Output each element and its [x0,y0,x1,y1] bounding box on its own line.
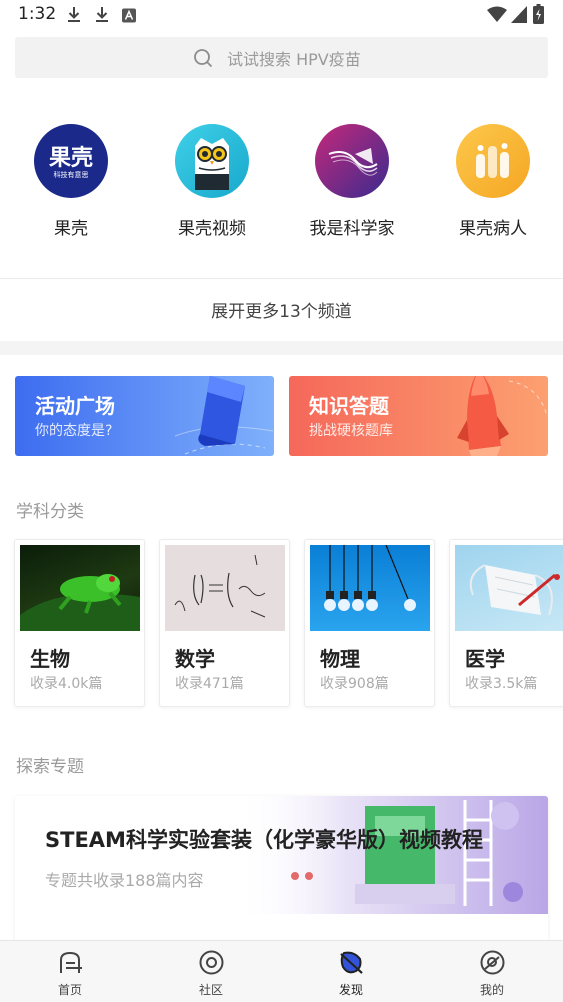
wifi-icon [487,6,507,22]
topic-subtitle: 专题共收录188篇内容 [45,871,204,890]
topic-banner-image [235,796,548,914]
search-bar[interactable]: 试试搜索 HPV疫苗 [15,37,548,78]
bulbs-image [310,545,430,631]
topics-section-title: 探索专题 [16,757,84,777]
owl-icon [175,124,249,198]
subject-card-biology[interactable]: 生物 收录4.0k篇 [14,539,145,707]
subject-count: 收录908篇 [320,676,389,692]
status-time: 1:32 [18,4,57,24]
download-icon [68,7,80,22]
download-icon [96,7,108,22]
section-divider [0,341,563,355]
knowledge-quiz-card[interactable]: 知识答题 挑战硬核题库 [289,376,548,456]
bottom-navigation: 首页 社区 发现 我的 [0,940,563,1002]
profile-icon [480,950,505,975]
nav-home[interactable]: 首页 [0,941,140,1002]
subject-card-medicine[interactable]: 医学 收录3.5k篇 [449,539,563,707]
channel-guokr-video[interactable]: 果壳视频 [147,124,277,244]
activity-square-card[interactable]: 活动广场 你的态度是? [15,376,274,456]
frog-image [20,545,140,631]
a-badge-icon [122,8,136,23]
rocket-icon [457,376,548,456]
guokr-logo-subtext: 科技有意思 [53,171,89,179]
promo-title: 知识答题 [309,394,389,418]
status-bar: 1:32 [0,0,563,30]
home-icon [60,951,82,973]
nav-community[interactable]: 社区 [141,941,281,1002]
nav-label: 首页 [57,983,82,997]
subject-count: 收录3.5k篇 [465,676,538,692]
patient-logo-icon [456,124,530,198]
guokr-logo-text: 果壳 [48,146,93,171]
channel-label: 我是科学家 [309,219,395,239]
subject-name: 数学 [175,647,215,671]
channel-label: 果壳视频 [178,219,246,239]
topic-title: STEAM科学实验套装（化学豪华版）视频教程 [45,828,483,852]
subject-name: 物理 [320,647,360,671]
subject-name: 生物 [30,647,70,671]
mask-image [455,545,563,631]
nav-label: 社区 [198,983,223,997]
subject-card-physics[interactable]: 物理 收录908篇 [304,539,435,707]
subjects-section-title: 学科分类 [16,502,84,522]
promo-title: 活动广场 [35,394,115,418]
subject-name: 医学 [465,647,505,671]
search-icon [194,49,213,68]
math-image [165,545,285,631]
channel-label: 果壳 [54,219,88,239]
scroll-icon [174,376,274,455]
scientist-logo-icon [315,124,389,198]
promo-subtitle: 挑战硬核题库 [309,423,393,439]
guokr-logo-icon: 果壳 科技有意思 [34,124,108,198]
signal-icon [511,6,527,23]
channel-label: 果壳病人 [459,219,527,239]
topic-card[interactable]: STEAM科学实验套装（化学豪华版）视频教程 专题共收录188篇内容 [15,796,548,956]
promo-subtitle: 你的态度是? [35,423,113,439]
divider [0,278,563,279]
search-placeholder: 试试搜索 HPV疫苗 [227,50,361,69]
channel-patient[interactable]: 果壳病人 [428,124,558,244]
discover-icon [340,951,363,974]
channel-scientist[interactable]: 我是科学家 [287,124,417,244]
nav-profile[interactable]: 我的 [422,941,562,1002]
battery-icon [533,4,544,24]
nav-label: 发现 [338,983,363,997]
community-icon [199,950,224,975]
subject-count: 收录4.0k篇 [30,676,103,692]
expand-channels-button[interactable]: 展开更多13个频道 [0,297,563,322]
nav-label: 我的 [479,983,504,997]
discover-page: 1:32 试试搜索 HPV疫苗 果壳 科技有意思 果壳 果壳视频 我是科学家 果… [0,0,563,1002]
subject-card-math[interactable]: 数学 收录471篇 [159,539,290,707]
channel-guokr[interactable]: 果壳 科技有意思 果壳 [6,124,136,244]
nav-discover[interactable]: 发现 [281,941,421,1002]
subject-count: 收录471篇 [175,676,244,692]
